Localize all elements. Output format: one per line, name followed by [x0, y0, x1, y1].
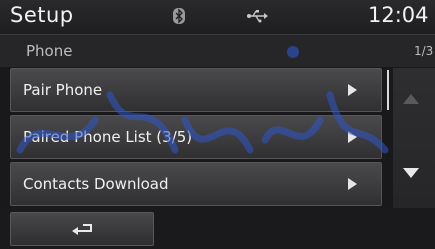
- contacts-download-button[interactable]: Contacts Download: [10, 162, 382, 206]
- status-bar: Setup 12:04: [0, 0, 435, 34]
- screen-title: Setup: [10, 3, 74, 27]
- scroll-up-icon[interactable]: [403, 94, 419, 104]
- back-button[interactable]: [10, 212, 154, 246]
- clock: 12:04: [368, 3, 429, 27]
- phone-menu-list: Pair Phone Paired Phone List (3/5) Conta…: [10, 68, 383, 209]
- paired-phone-list-button[interactable]: Paired Phone List (3/5): [10, 115, 382, 159]
- chevron-right-icon: [348, 178, 357, 190]
- chevron-right-icon: [348, 84, 357, 96]
- scroll-down-icon[interactable]: [403, 168, 419, 178]
- section-header: Phone 1/3: [0, 34, 435, 67]
- page-indicator: 1/3: [414, 44, 434, 58]
- return-arrow-icon: [72, 224, 92, 235]
- menu-item-label: Contacts Download: [23, 175, 169, 193]
- section-title: Phone: [26, 42, 73, 60]
- chevron-right-icon: [348, 131, 357, 143]
- bottom-bar: [0, 208, 435, 249]
- menu-item-label: Paired Phone List (3/5): [23, 128, 193, 146]
- scroll-panel: [393, 68, 435, 208]
- menu-item-label: Pair Phone: [23, 81, 103, 99]
- setup-screen: Setup 12:04 Phone 1/3 Pair Phone Paired …: [0, 0, 435, 249]
- usb-icon: [247, 10, 268, 23]
- bluetooth-icon: [173, 8, 185, 24]
- pair-phone-button[interactable]: Pair Phone: [10, 68, 382, 112]
- scroll-divider: [387, 70, 389, 110]
